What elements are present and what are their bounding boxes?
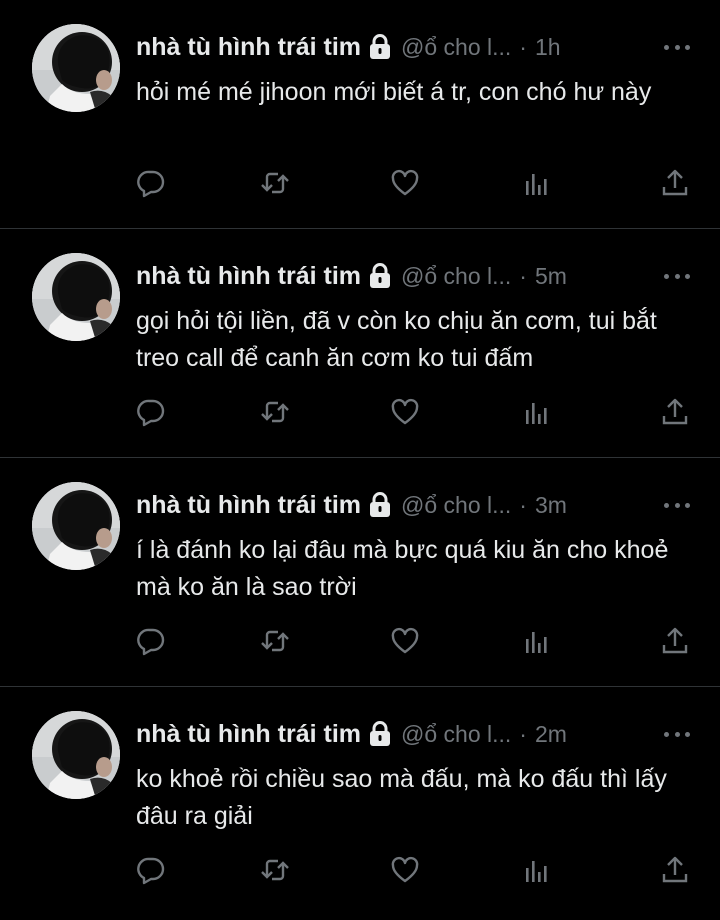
heart-icon[interactable] xyxy=(390,855,420,885)
share-icon[interactable] xyxy=(660,855,690,885)
user-handle[interactable]: @ổ cho l... xyxy=(401,34,511,61)
lock-icon xyxy=(369,263,391,289)
retweet-icon[interactable] xyxy=(260,168,290,198)
action-bar xyxy=(136,397,690,431)
retweet-icon[interactable] xyxy=(260,855,290,885)
tweet[interactable]: nhà tù hình trái tim @ổ cho l... · 2m ko… xyxy=(0,687,720,918)
display-name[interactable]: nhà tù hình trái tim xyxy=(136,33,361,62)
separator-dot: · xyxy=(519,33,527,60)
timestamp[interactable]: 5m xyxy=(535,263,567,290)
user-handle[interactable]: @ổ cho l... xyxy=(401,492,511,519)
tweet-header: nhà tù hình trái tim @ổ cho l... · 3m xyxy=(136,488,700,522)
avatar[interactable] xyxy=(32,24,120,112)
tweet-text: hỏi mé mé jihoon mới biết á tr, con chó … xyxy=(136,78,652,106)
reply-icon[interactable] xyxy=(136,855,166,885)
avatar-photo xyxy=(32,482,120,570)
lock-icon xyxy=(369,721,391,747)
avatar[interactable] xyxy=(32,482,120,570)
tweet-text: í là đánh ko lại đâu mà bực quá kiu ăn c… xyxy=(136,536,669,601)
more-icon[interactable] xyxy=(664,266,690,286)
more-icon[interactable] xyxy=(664,495,690,515)
timestamp[interactable]: 2m xyxy=(535,721,567,748)
share-icon[interactable] xyxy=(660,397,690,427)
tweet[interactable]: nhà tù hình trái tim @ổ cho l... · 1h hỏ… xyxy=(0,0,720,229)
heart-icon[interactable] xyxy=(390,168,420,198)
reply-icon[interactable] xyxy=(136,626,166,656)
tweet-header: nhà tù hình trái tim @ổ cho l... · 2m xyxy=(136,717,700,751)
share-icon[interactable] xyxy=(660,168,690,198)
reply-icon[interactable] xyxy=(136,168,166,198)
action-bar xyxy=(136,168,690,202)
display-name[interactable]: nhà tù hình trái tim xyxy=(136,491,361,520)
retweet-icon[interactable] xyxy=(260,397,290,427)
heart-icon[interactable] xyxy=(390,397,420,427)
heart-icon[interactable] xyxy=(390,626,420,656)
action-bar xyxy=(136,855,690,889)
avatar[interactable] xyxy=(32,711,120,799)
analytics-icon[interactable] xyxy=(522,855,552,885)
tweet-header: nhà tù hình trái tim @ổ cho l... · 5m xyxy=(136,259,700,293)
separator-dot: · xyxy=(519,491,527,518)
avatar-photo xyxy=(32,711,120,799)
lock-icon xyxy=(369,34,391,60)
avatar-photo xyxy=(32,24,120,112)
timestamp[interactable]: 3m xyxy=(535,492,567,519)
retweet-icon[interactable] xyxy=(260,626,290,656)
display-name[interactable]: nhà tù hình trái tim xyxy=(136,720,361,749)
tweet[interactable]: nhà tù hình trái tim @ổ cho l... · 3m í … xyxy=(0,458,720,687)
separator-dot: · xyxy=(519,720,527,747)
avatar[interactable] xyxy=(32,253,120,341)
tweet-text: gọi hỏi tội liền, đã v còn ko chịu ăn cơ… xyxy=(136,307,657,372)
reply-icon[interactable] xyxy=(136,397,166,427)
user-handle[interactable]: @ổ cho l... xyxy=(401,721,511,748)
separator-dot: · xyxy=(519,262,527,289)
tweet-header: nhà tù hình trái tim @ổ cho l... · 1h xyxy=(136,30,700,64)
share-icon[interactable] xyxy=(660,626,690,656)
analytics-icon[interactable] xyxy=(522,397,552,427)
analytics-icon[interactable] xyxy=(522,168,552,198)
tweet[interactable]: nhà tù hình trái tim @ổ cho l... · 5m gọ… xyxy=(0,229,720,458)
timeline: nhà tù hình trái tim @ổ cho l... · 1h hỏ… xyxy=(0,0,720,918)
tweet-text: ko khoẻ rồi chiều sao mà đấu, mà ko đấu … xyxy=(136,765,667,830)
lock-icon xyxy=(369,492,391,518)
avatar-photo xyxy=(32,253,120,341)
analytics-icon[interactable] xyxy=(522,626,552,656)
user-handle[interactable]: @ổ cho l... xyxy=(401,263,511,290)
more-icon[interactable] xyxy=(664,37,690,57)
timestamp[interactable]: 1h xyxy=(535,34,561,61)
action-bar xyxy=(136,626,690,660)
more-icon[interactable] xyxy=(664,724,690,744)
display-name[interactable]: nhà tù hình trái tim xyxy=(136,262,361,291)
